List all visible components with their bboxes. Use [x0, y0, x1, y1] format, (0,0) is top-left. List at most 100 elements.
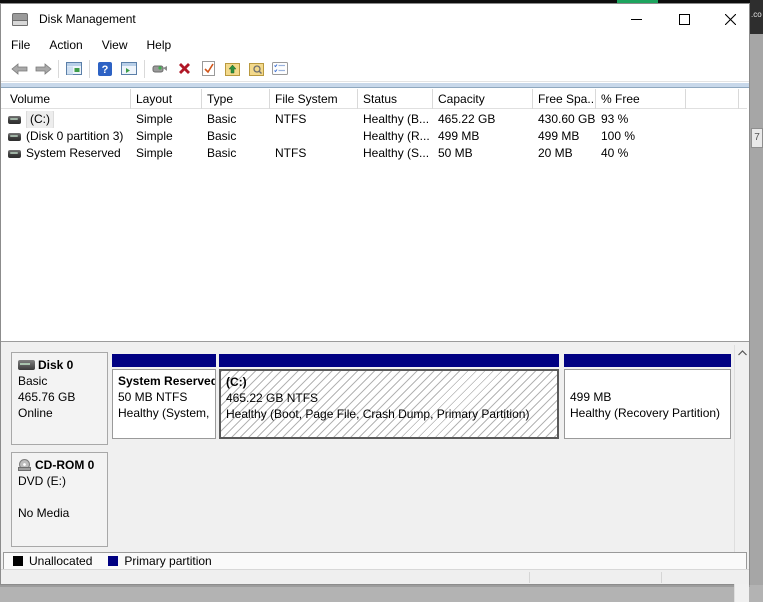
- column-header-empty[interactable]: [686, 89, 739, 109]
- partition-color-band: [219, 354, 559, 367]
- background-right-strip-box: 7: [751, 128, 763, 148]
- properties-icon[interactable]: [148, 58, 172, 80]
- partition-title: System Reserved: [118, 374, 216, 388]
- volume-capacity: 499 MB: [438, 129, 480, 143]
- volume-capacity: 465.22 GB: [438, 112, 496, 126]
- volume-layout: Simple: [136, 129, 173, 143]
- cdrom0-header-box[interactable]: CD-ROM 0 DVD (E:) No Media: [11, 452, 108, 547]
- volume-name: System Reserved: [26, 146, 121, 160]
- maximize-button[interactable]: [662, 4, 707, 34]
- back-icon[interactable]: [7, 58, 31, 80]
- volume-layout: Simple: [136, 112, 173, 126]
- volume-pct-free: 40 %: [601, 146, 629, 160]
- legend-label-primary-partition: Primary partition: [124, 554, 212, 568]
- volume-type: Basic: [207, 146, 237, 160]
- volume-type: Basic: [207, 129, 237, 143]
- column-header-pct-free[interactable]: % Free: [596, 89, 686, 109]
- volume-file-system: NTFS: [275, 112, 307, 126]
- cdrom0-drive-letter: DVD (E:): [18, 474, 66, 488]
- volume-icon: [8, 149, 21, 158]
- toolbar-separator: [89, 59, 90, 78]
- show-action-pane-icon[interactable]: [117, 58, 141, 80]
- partition-status: Healthy (Recovery Partition): [570, 406, 721, 420]
- legend-bar: Unallocated Primary partition: [3, 552, 747, 570]
- partition-size: 465.22 GB NTFS: [226, 391, 319, 405]
- cd-rom-icon: [18, 459, 32, 471]
- column-header-file-system[interactable]: File System: [270, 89, 358, 109]
- window-title: Disk Management: [39, 12, 136, 26]
- mark-active-icon[interactable]: [196, 58, 220, 80]
- partition-c[interactable]: (C:) 465.22 GB NTFS Healthy (Boot, Page …: [219, 354, 559, 439]
- background-bottom-strip: [0, 585, 763, 602]
- partition-status: Healthy (Boot, Page File, Crash Dump, Pr…: [226, 407, 530, 421]
- disk-management-window: Disk Management File Action View Help ? …: [0, 3, 750, 602]
- volume-row-partition3[interactable]: (Disk 0 partition 3) Simple Basic Health…: [1, 128, 747, 145]
- volume-status: Healthy (B...: [363, 112, 430, 126]
- volume-name: (Disk 0 partition 3): [26, 129, 124, 143]
- column-header-layout[interactable]: Layout: [131, 89, 202, 109]
- volume-row-system-reserved[interactable]: System Reserved Simple Basic NTFS Health…: [1, 145, 747, 162]
- legend-label-unallocated: Unallocated: [29, 554, 93, 568]
- delete-volume-icon[interactable]: [172, 58, 196, 80]
- svg-text:?: ?: [102, 64, 109, 76]
- partition-system-reserved[interactable]: System Reserved 50 MB NTFS Healthy (Syst…: [112, 354, 216, 439]
- volume-free-space: 499 MB: [538, 129, 580, 143]
- column-header-status[interactable]: Status: [358, 89, 433, 109]
- volume-list: Volume Layout Type File System Status Ca…: [1, 89, 749, 341]
- volume-icon: [8, 115, 21, 124]
- show-console-tree-icon[interactable]: [62, 58, 86, 80]
- volume-free-space: 20 MB: [538, 146, 573, 160]
- volume-pct-free: 100 %: [601, 129, 636, 143]
- volume-file-system: NTFS: [275, 146, 307, 160]
- menu-help[interactable]: Help: [138, 35, 181, 55]
- disk-drive-icon: [12, 13, 28, 26]
- toolbar: ?: [1, 56, 749, 82]
- volume-status: Healthy (R...: [363, 129, 430, 143]
- view-options-icon[interactable]: [268, 58, 292, 80]
- legend-swatch-primary-partition: [108, 556, 119, 566]
- volume-pct-free: 93 %: [601, 112, 629, 126]
- help-icon[interactable]: ?: [93, 58, 117, 80]
- scroll-up-icon[interactable]: [735, 345, 750, 360]
- menu-view[interactable]: View: [93, 35, 137, 55]
- disk0-type: Basic: [18, 374, 48, 388]
- volume-type: Basic: [207, 112, 237, 126]
- hard-disk-icon: [18, 360, 35, 370]
- explore-folder-icon[interactable]: [244, 58, 268, 80]
- forward-icon[interactable]: [31, 58, 55, 80]
- partition-size: 50 MB NTFS: [118, 390, 188, 404]
- column-header-volume[interactable]: Volume: [1, 89, 131, 109]
- toolbar-separator: [58, 59, 59, 78]
- volume-icon: [8, 132, 21, 141]
- status-bar: [1, 569, 749, 584]
- cdrom0-name: CD-ROM 0: [35, 458, 95, 472]
- column-header-type[interactable]: Type: [202, 89, 270, 109]
- status-bar-separator: [529, 572, 530, 583]
- toolbar-separator: [144, 59, 145, 78]
- column-header-free-space[interactable]: Free Spa...: [533, 89, 596, 109]
- partition-title: (C:): [226, 375, 247, 389]
- menu-action[interactable]: Action: [40, 35, 91, 55]
- close-button[interactable]: [708, 4, 753, 34]
- volume-list-header: Volume Layout Type File System Status Ca…: [1, 89, 747, 109]
- menu-file[interactable]: File: [2, 35, 39, 55]
- disk0-status: Online: [18, 406, 53, 420]
- disk0-header-box[interactable]: Disk 0 Basic 465.76 GB Online: [11, 352, 108, 445]
- volume-row-c[interactable]: (C:) Simple Basic NTFS Healthy (B... 465…: [1, 111, 747, 128]
- background-right-strip: [750, 0, 763, 602]
- volume-layout: Simple: [136, 146, 173, 160]
- minimize-button[interactable]: [614, 4, 659, 34]
- column-header-capacity[interactable]: Capacity: [433, 89, 533, 109]
- cdrom0-media-status: No Media: [18, 506, 70, 520]
- partition-recovery[interactable]: 499 MB Healthy (Recovery Partition): [564, 354, 731, 439]
- legend-swatch-unallocated: [13, 556, 23, 566]
- partition-status: Healthy (System,: [118, 406, 210, 420]
- partition-color-band: [112, 354, 216, 367]
- disk0-name: Disk 0: [38, 358, 74, 372]
- volume-free-space: 430.60 GB: [538, 112, 596, 126]
- graphical-view-pane: Disk 0 Basic 465.76 GB Online System Res…: [1, 341, 750, 602]
- partition-size: 499 MB: [570, 390, 612, 404]
- title-bar[interactable]: Disk Management: [1, 4, 749, 34]
- pane-top-band: [1, 83, 749, 88]
- open-folder-up-icon[interactable]: [220, 58, 244, 80]
